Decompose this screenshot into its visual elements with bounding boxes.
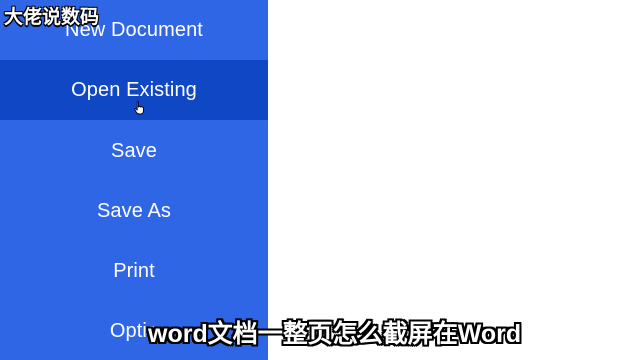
menu-item-label: Print xyxy=(113,259,155,282)
menu-item-save[interactable]: Save xyxy=(0,121,268,181)
screen: New Document Open Existing Save Save As … xyxy=(0,0,640,360)
menu-item-print[interactable]: Print xyxy=(0,241,268,301)
channel-watermark: 大佬说数码 xyxy=(4,7,100,28)
video-subtitle: word文档一整页怎么截屏在Word xyxy=(148,320,522,348)
menu-item-save-as[interactable]: Save As xyxy=(0,181,268,241)
hand-pointer-icon xyxy=(134,101,144,115)
menu-item-label: Open Existing xyxy=(71,78,197,101)
menu-item-label: Save As xyxy=(96,199,172,222)
menu-item-label: Save xyxy=(111,139,157,162)
file-menu-sidebar: New Document Open Existing Save Save As … xyxy=(0,0,268,360)
